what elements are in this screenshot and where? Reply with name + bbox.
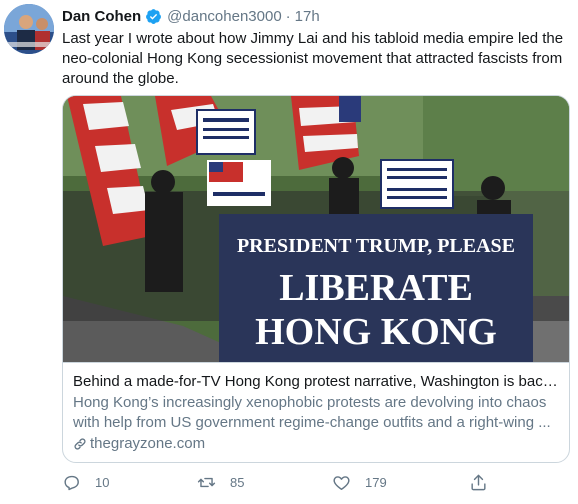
card-image-banner-line3: HONG KONG [255, 311, 497, 353]
card-description: Hong Kong’s increasingly xenophobic prot… [73, 394, 551, 431]
reply-count: 10 [95, 474, 110, 490]
verified-badge-icon [145, 8, 162, 25]
display-name[interactable]: Dan Cohen [62, 8, 141, 25]
tweet-actions: 10 85 179 [62, 470, 568, 494]
tweet-header: Dan Cohen @dancohen3000 · 17h [62, 6, 320, 26]
tweet-text: Last year I wrote about how Jimmy Lai an… [62, 30, 564, 87]
heart-icon [333, 475, 350, 490]
like-count: 179 [365, 474, 387, 490]
timestamp[interactable]: 17h [295, 8, 320, 25]
like-button[interactable]: 179 [332, 470, 387, 494]
card-image[interactable]: PRESIDENT TRUMP, PLEASE LIBERATE HONG KO… [63, 96, 569, 362]
avatar[interactable] [4, 4, 54, 54]
retweet-button[interactable]: 85 [197, 470, 244, 494]
retweet-count: 85 [230, 474, 245, 490]
separator: · [285, 7, 291, 25]
card-image-banner-line2: LIBERATE [279, 267, 473, 309]
share-icon [471, 474, 486, 490]
link-card[interactable]: PRESIDENT TRUMP, PLEASE LIBERATE HONG KO… [62, 95, 570, 463]
retweet-icon [197, 477, 216, 487]
reply-icon [64, 475, 79, 490]
link-icon [74, 438, 86, 450]
reply-button[interactable]: 10 [62, 470, 109, 494]
card-title: Behind a made-for-TV Hong Kong protest n… [73, 373, 559, 390]
card-info[interactable]: Behind a made-for-TV Hong Kong protest n… [63, 362, 569, 462]
card-domain-row: thegrayzone.com [73, 434, 559, 454]
card-image-banner-line1: PRESIDENT TRUMP, PLEASE [237, 235, 515, 257]
share-button[interactable] [469, 470, 488, 494]
handle[interactable]: @dancohen3000 [167, 8, 282, 25]
tweet: Dan Cohen @dancohen3000 · 17h Last year … [0, 0, 578, 504]
card-domain: thegrayzone.com [90, 435, 206, 452]
